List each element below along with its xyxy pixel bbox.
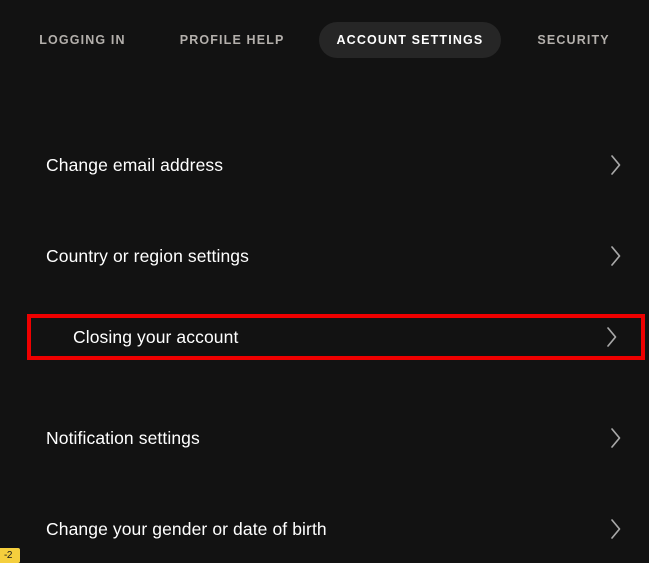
tab-profile-help[interactable]: PROFILE HELP bbox=[162, 22, 303, 58]
chevron-right-icon bbox=[611, 246, 621, 266]
list-item-change-email-address[interactable]: Change email address bbox=[0, 132, 649, 198]
list-item-label: Change your gender or date of birth bbox=[46, 518, 327, 539]
list-item-notification-settings[interactable]: Notification settings bbox=[0, 405, 649, 471]
chevron-right-icon bbox=[611, 155, 621, 175]
chevron-right-icon bbox=[607, 327, 617, 347]
tab-account-settings[interactable]: ACCOUNT SETTINGS bbox=[318, 22, 502, 58]
list-item-closing-your-account[interactable]: Closing your account bbox=[27, 314, 645, 360]
corner-badge: -2 bbox=[0, 548, 20, 563]
chevron-right-icon bbox=[611, 519, 621, 539]
tab-security[interactable]: SECURITY bbox=[519, 22, 627, 58]
tab-logging-in[interactable]: LOGGING IN bbox=[21, 22, 144, 58]
account-settings-list: Change email address Country or region s… bbox=[0, 132, 649, 563]
list-item-change-gender-or-date-of-birth[interactable]: Change your gender or date of birth bbox=[0, 496, 649, 562]
chevron-right-icon bbox=[611, 428, 621, 448]
list-item-country-or-region-settings[interactable]: Country or region settings bbox=[0, 223, 649, 289]
list-item-label: Notification settings bbox=[46, 427, 200, 448]
list-item-label: Change email address bbox=[46, 154, 224, 175]
list-item-label: Closing your account bbox=[73, 326, 239, 347]
list-item-label: Country or region settings bbox=[46, 245, 249, 266]
category-tab-bar: LOGGING IN PROFILE HELP ACCOUNT SETTINGS… bbox=[0, 0, 649, 80]
